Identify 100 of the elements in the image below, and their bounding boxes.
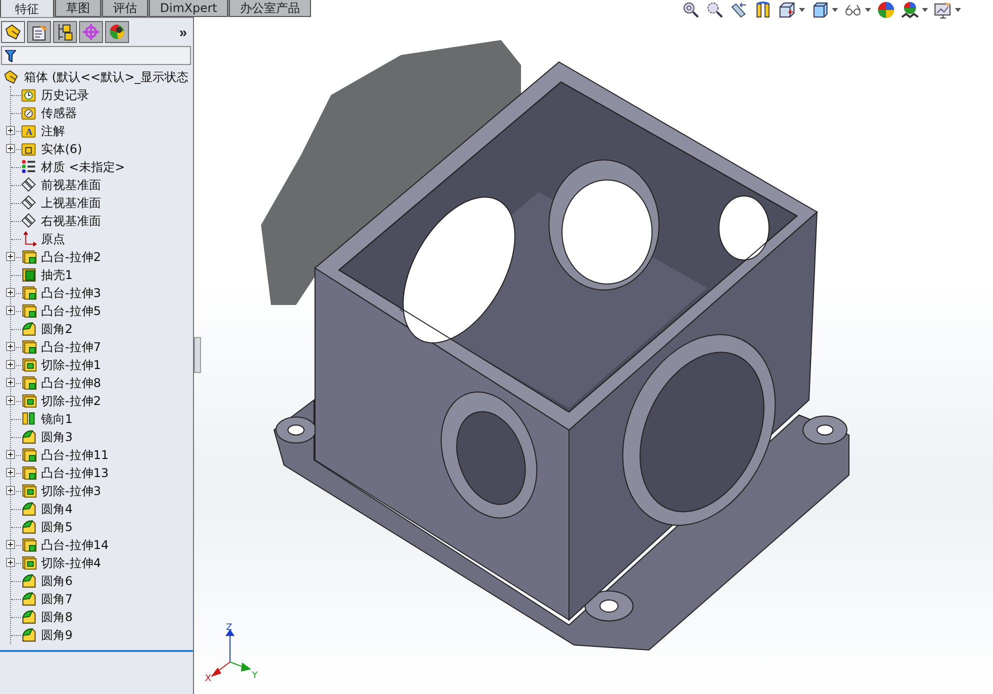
tree-item[interactable]: 材质 <未指定> bbox=[41, 158, 125, 176]
tree-item[interactable]: 切除-拉伸4 bbox=[41, 554, 101, 572]
expand-button[interactable] bbox=[6, 144, 15, 153]
fillet-icon bbox=[21, 627, 37, 643]
tree-item[interactable]: 圆角4 bbox=[41, 500, 73, 518]
tree-item[interactable]: 抽壳1 bbox=[41, 266, 73, 284]
expand-button[interactable] bbox=[6, 540, 15, 549]
boss-icon bbox=[21, 339, 37, 355]
panel-tab[interactable] bbox=[27, 21, 51, 43]
cut-icon bbox=[21, 393, 37, 409]
expand-button[interactable] bbox=[6, 558, 15, 567]
cut-icon bbox=[21, 357, 37, 373]
tree-item[interactable]: 凸台-拉伸13 bbox=[41, 464, 109, 482]
panel-tab[interactable] bbox=[105, 21, 129, 43]
tree-item[interactable]: 实体(6) bbox=[41, 140, 82, 158]
fillet-icon bbox=[21, 321, 37, 337]
previous-view-icon bbox=[730, 1, 748, 19]
dimxpert-manager-icon bbox=[82, 23, 100, 41]
boss-icon bbox=[21, 537, 37, 553]
command-tab[interactable]: 草图 bbox=[55, 0, 101, 17]
command-tab[interactable]: 办公室产品 bbox=[229, 0, 312, 17]
plane-icon bbox=[21, 195, 37, 211]
fillet-icon bbox=[21, 591, 37, 607]
annotation-icon: A bbox=[21, 123, 37, 139]
display-manager-icon bbox=[108, 23, 126, 41]
expand-button[interactable] bbox=[6, 126, 15, 135]
tree-item[interactable]: 圆角5 bbox=[41, 518, 73, 536]
origin-icon bbox=[21, 231, 37, 247]
plane-icon bbox=[21, 177, 37, 193]
boss-icon bbox=[21, 249, 37, 265]
expand-button[interactable] bbox=[6, 360, 15, 369]
command-tab[interactable]: DimXpert bbox=[149, 0, 228, 17]
boss-icon bbox=[21, 375, 37, 391]
view-settings-icon bbox=[934, 1, 952, 19]
expand-button[interactable] bbox=[6, 342, 15, 351]
tree-item[interactable]: 原点 bbox=[41, 230, 65, 248]
scene-icon bbox=[901, 1, 919, 19]
zoom-fit-icon bbox=[682, 1, 700, 19]
boss-icon bbox=[21, 303, 37, 319]
tree-item[interactable]: 凸台-拉伸2 bbox=[41, 248, 101, 266]
expand-button[interactable] bbox=[6, 486, 15, 495]
part-icon bbox=[2, 69, 20, 85]
more-tabs-button[interactable]: » bbox=[179, 24, 187, 40]
part-name[interactable]: 箱体 (默认<<默认>_显示状态 bbox=[24, 68, 189, 86]
fillet-icon bbox=[21, 429, 37, 445]
command-tab[interactable]: 评估 bbox=[102, 0, 148, 17]
tree-item[interactable]: 凸台-拉伸14 bbox=[41, 536, 109, 554]
tree-item[interactable]: 凸台-拉伸8 bbox=[41, 374, 101, 392]
tree-item[interactable]: 注解 bbox=[41, 122, 65, 140]
caret-icon bbox=[832, 8, 838, 12]
expand-button[interactable] bbox=[6, 468, 15, 477]
zoom-area-icon bbox=[706, 1, 724, 19]
feature-manager-icon bbox=[4, 23, 22, 41]
cut-icon bbox=[21, 483, 37, 499]
boss-icon bbox=[21, 465, 37, 481]
tree-item[interactable]: 圆角3 bbox=[41, 428, 73, 446]
tree-item[interactable]: 圆角6 bbox=[41, 572, 73, 590]
tree-item[interactable]: 镜向1 bbox=[41, 410, 73, 428]
tree-item[interactable]: 圆角9 bbox=[41, 626, 73, 644]
panel-collapse-handle[interactable] bbox=[194, 337, 201, 373]
view-settings-button[interactable] bbox=[932, 1, 963, 19]
expand-button[interactable] bbox=[6, 288, 15, 297]
tree-item[interactable]: 圆角2 bbox=[41, 320, 73, 338]
tree-item[interactable]: 凸台-拉伸5 bbox=[41, 302, 101, 320]
tree-item[interactable]: 凸台-拉伸11 bbox=[41, 446, 109, 464]
panel-tab[interactable] bbox=[1, 21, 25, 43]
tree-item[interactable]: 圆角7 bbox=[41, 590, 73, 608]
sensor-icon bbox=[21, 105, 37, 121]
tree-item[interactable]: 凸台-拉伸7 bbox=[41, 338, 101, 356]
panel-tab[interactable] bbox=[53, 21, 77, 43]
cut-icon bbox=[21, 555, 37, 571]
configuration-manager-icon bbox=[56, 23, 74, 41]
tree-item[interactable]: 右视基准面 bbox=[41, 212, 101, 230]
tree-item[interactable]: 切除-拉伸2 bbox=[41, 392, 101, 410]
section-icon bbox=[754, 1, 772, 19]
caret-icon bbox=[799, 8, 805, 12]
expand-button[interactable] bbox=[6, 396, 15, 405]
filter-field[interactable] bbox=[1, 46, 191, 65]
shell-icon bbox=[21, 267, 37, 283]
expand-button[interactable] bbox=[6, 306, 15, 315]
tree-item[interactable]: 切除-拉伸3 bbox=[41, 482, 101, 500]
fillet-icon bbox=[21, 573, 37, 589]
property-manager-icon bbox=[30, 23, 48, 41]
expand-button[interactable] bbox=[6, 450, 15, 459]
tree-item[interactable]: 凸台-拉伸3 bbox=[41, 284, 101, 302]
tree-item[interactable]: 历史记录 bbox=[41, 86, 89, 104]
fillet-icon bbox=[21, 609, 37, 625]
display-style-icon bbox=[811, 1, 829, 19]
tree-item[interactable]: 前视基准面 bbox=[41, 176, 101, 194]
tree-item[interactable]: 切除-拉伸1 bbox=[41, 356, 101, 374]
appearance-button[interactable] bbox=[875, 1, 897, 19]
filter-icon bbox=[5, 50, 16, 62]
expand-button[interactable] bbox=[6, 252, 15, 261]
scene-button[interactable] bbox=[899, 1, 930, 19]
tree-item[interactable]: 圆角8 bbox=[41, 608, 73, 626]
boss-icon bbox=[21, 447, 37, 463]
tree-item[interactable]: 上视基准面 bbox=[41, 194, 101, 212]
expand-button[interactable] bbox=[6, 378, 15, 387]
command-tab[interactable]: 特征 bbox=[0, 0, 54, 17]
tree-item[interactable]: 传感器 bbox=[41, 104, 77, 122]
